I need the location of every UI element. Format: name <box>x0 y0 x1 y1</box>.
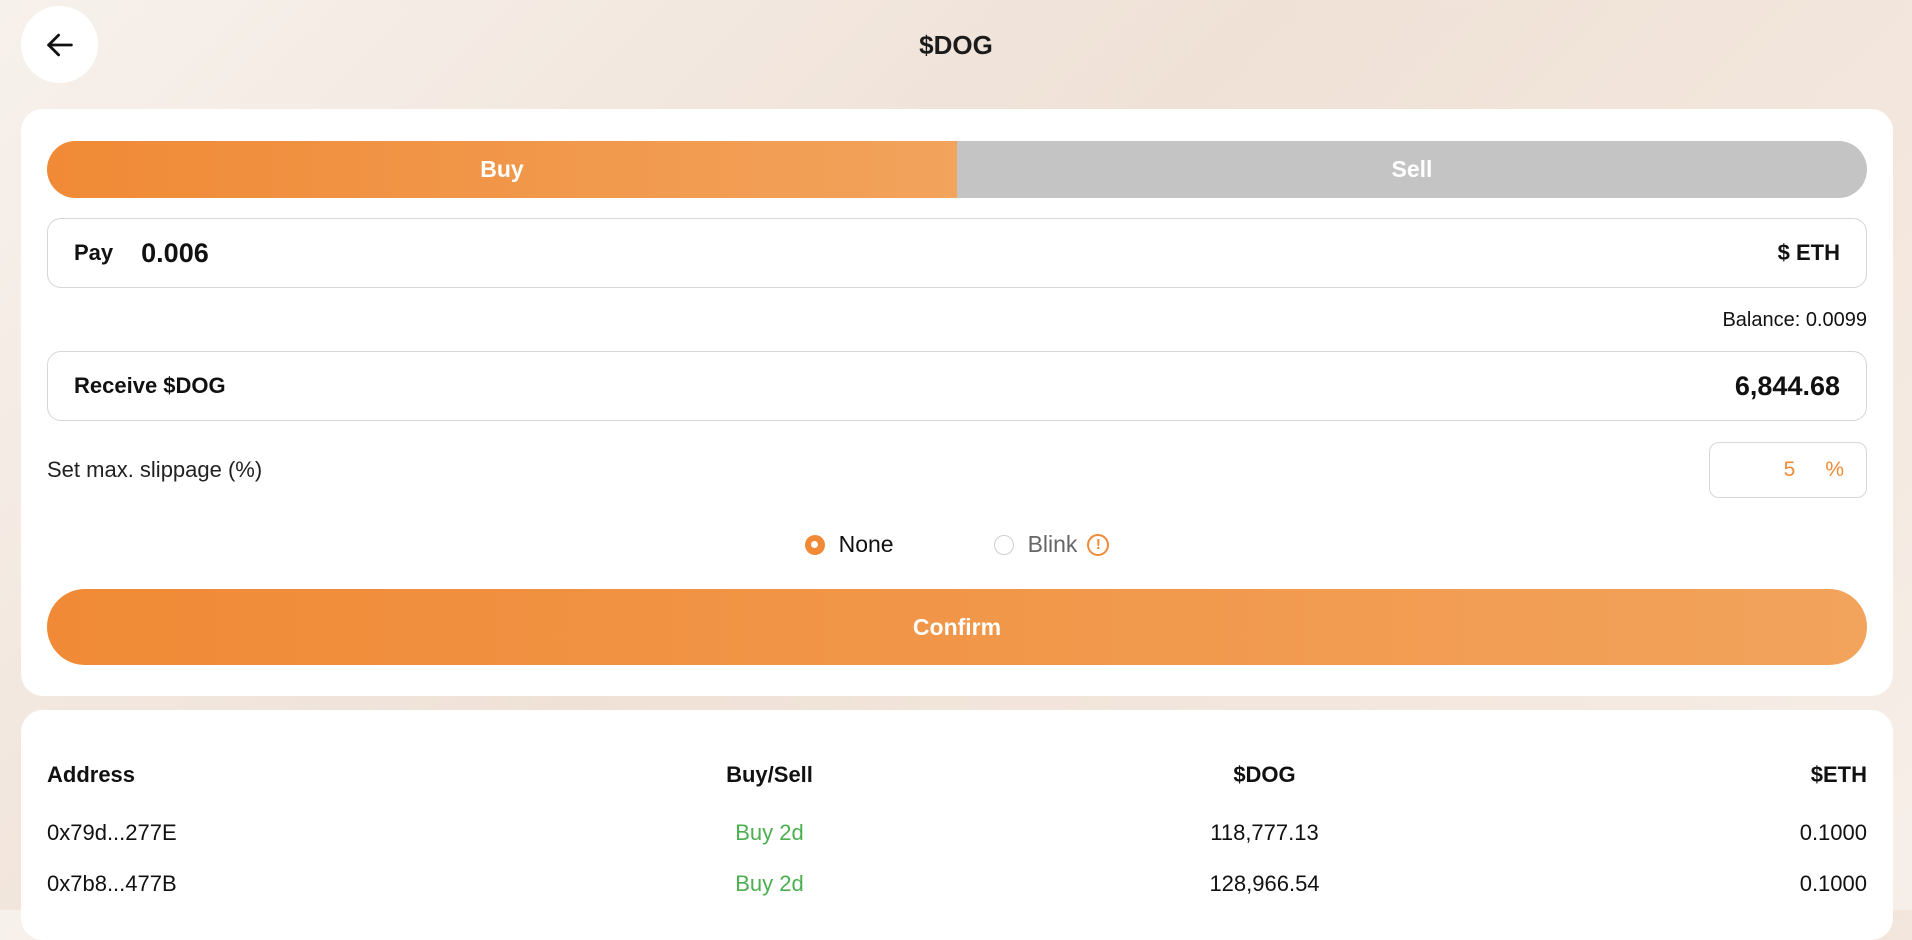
table-row: 0x7b8...477B Buy 2d 128,966.54 0.1000 <box>47 871 1867 897</box>
row-eth-amount: 0.1000 <box>1799 820 1867 845</box>
radio-checked-icon <box>804 534 825 555</box>
radio-option-none[interactable]: None <box>804 531 894 558</box>
buy-sell-tabs: Buy Sell <box>47 141 1867 198</box>
table-header: Address Buy/Sell $DOG $ETH <box>47 762 1867 788</box>
radio-label-blink: Blink <box>1027 531 1078 557</box>
warning-icon[interactable]: ! <box>1087 533 1110 556</box>
column-header-side: Buy/Sell <box>726 762 813 787</box>
radio-unchecked-icon <box>993 534 1014 555</box>
receive-label: Receive $DOG <box>74 373 226 398</box>
pay-field: Pay $ ETH <box>47 218 1867 288</box>
row-eth-amount: 0.1000 <box>1799 871 1867 896</box>
tab-sell[interactable]: Sell <box>957 141 1867 198</box>
row-dog-amount: 128,966.54 <box>1209 871 1320 896</box>
row-side: Buy 2d <box>735 871 804 896</box>
row-side: Buy 2d <box>735 820 804 845</box>
header: $DOG <box>0 0 1912 100</box>
table-row: 0x79d...277E Buy 2d 118,777.13 0.1000 <box>47 820 1867 846</box>
mev-protection-options: None Blink ! <box>21 531 1893 558</box>
trade-history-card: Address Buy/Sell $DOG $ETH 0x79d...277E … <box>21 710 1893 940</box>
slippage-field: % <box>1709 442 1867 498</box>
confirm-button[interactable]: Confirm <box>47 589 1867 665</box>
page-title: $DOG <box>919 30 993 60</box>
slippage-input[interactable] <box>1763 457 1798 483</box>
receive-field: Receive $DOG 6,844.68 <box>47 351 1867 421</box>
column-header-eth: $ETH <box>1810 762 1867 787</box>
column-header-dog: $DOG <box>1233 762 1296 787</box>
pay-amount-input[interactable] <box>139 236 1778 270</box>
radio-option-blink[interactable]: Blink ! <box>993 531 1110 558</box>
receive-amount: 6,844.68 <box>1734 370 1840 401</box>
radio-label-none: None <box>838 531 894 557</box>
pay-unit: $ ETH <box>1777 240 1840 265</box>
trade-card: Buy Sell Pay $ ETH Balance: 0.0099 Recei… <box>21 109 1893 696</box>
tab-buy[interactable]: Buy <box>47 141 957 198</box>
slippage-unit: % <box>1825 458 1844 481</box>
slippage-label: Set max. slippage (%) <box>47 457 263 482</box>
row-dog-amount: 118,777.13 <box>1210 820 1319 845</box>
pay-label: Pay <box>74 240 114 265</box>
balance-text: Balance: 0.0099 <box>1722 309 1867 331</box>
